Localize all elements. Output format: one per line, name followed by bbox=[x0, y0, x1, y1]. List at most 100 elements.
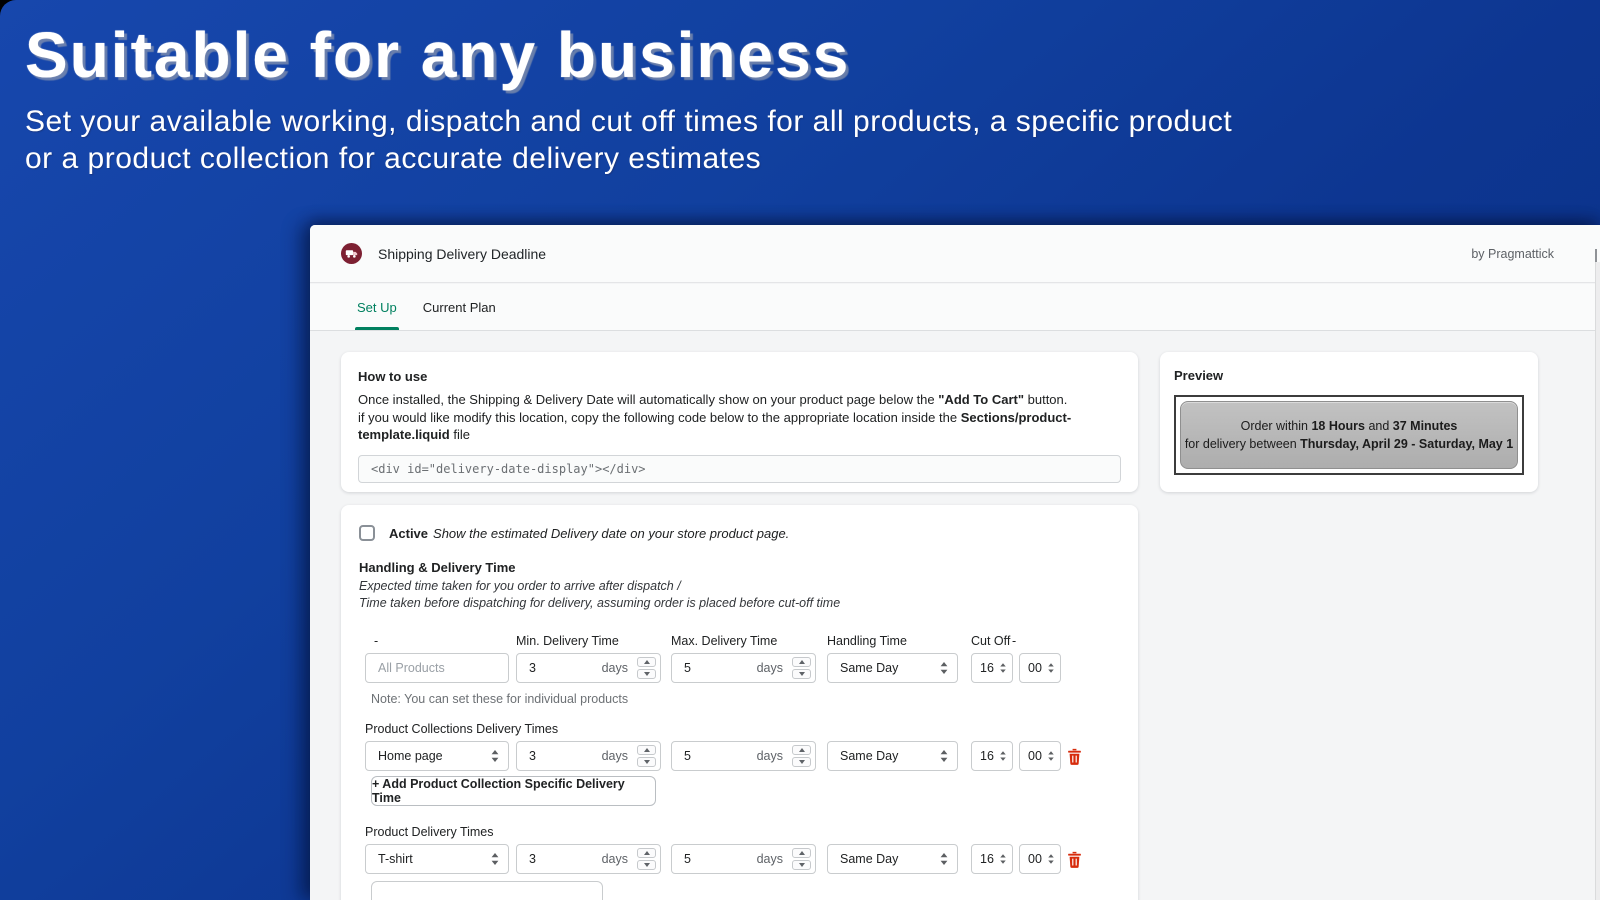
max-delivery-value: 5 bbox=[672, 661, 691, 675]
handling-time-value: Same Day bbox=[828, 852, 898, 866]
chevron-updown-icon bbox=[999, 750, 1007, 762]
days-unit-label: days bbox=[757, 661, 783, 675]
step-up-button[interactable] bbox=[637, 848, 656, 858]
howto-p1: Once installed, the Shipping & Delivery … bbox=[358, 392, 938, 407]
max-delivery-input[interactable]: 5 days bbox=[671, 653, 816, 683]
number-stepper[interactable] bbox=[637, 657, 656, 679]
handling-time-select[interactable]: Same Day bbox=[827, 653, 958, 683]
preview-dates: Thursday, April 29 - Saturday, May 1 bbox=[1300, 437, 1513, 451]
number-stepper[interactable] bbox=[792, 745, 811, 767]
arrow-down-icon bbox=[799, 672, 805, 676]
chevron-updown-icon bbox=[939, 852, 949, 866]
step-up-button[interactable] bbox=[792, 657, 811, 667]
cutoff-minute-select[interactable]: 00 bbox=[1019, 741, 1061, 771]
active-checkbox[interactable] bbox=[359, 525, 375, 541]
preview-hours: 18 Hours bbox=[1311, 419, 1365, 433]
min-delivery-input[interactable]: 3 days bbox=[516, 653, 661, 683]
scrollbar-track[interactable] bbox=[1595, 262, 1600, 900]
preview-line1: Order within 18 Hours and 37 Minutes bbox=[1241, 417, 1458, 435]
app-title: Shipping Delivery Deadline bbox=[378, 246, 546, 262]
step-up-button[interactable] bbox=[792, 848, 811, 858]
arrow-up-icon bbox=[799, 748, 805, 752]
number-stepper[interactable] bbox=[637, 745, 656, 767]
preview-minutes: 37 Minutes bbox=[1393, 419, 1458, 433]
tab-bar: Set Up Current Plan bbox=[310, 284, 1600, 331]
preview-line1-c: and bbox=[1365, 419, 1393, 433]
all-products-row: All Products 3 days 5 days bbox=[365, 653, 1120, 683]
days-unit-label: days bbox=[757, 852, 783, 866]
collection-value: Home page bbox=[366, 749, 443, 763]
min-delivery-input[interactable]: 3 days bbox=[516, 741, 661, 771]
header-handling-time: Handling Time bbox=[827, 634, 958, 648]
number-stepper[interactable] bbox=[792, 848, 811, 870]
table-header-row: - Min. Delivery Time Max. Delivery Time … bbox=[365, 634, 1120, 648]
preview-title: Preview bbox=[1174, 368, 1524, 383]
max-delivery-value: 5 bbox=[672, 852, 691, 866]
step-down-button[interactable] bbox=[792, 860, 811, 870]
active-label: Active bbox=[389, 526, 428, 541]
tab-current-plan[interactable]: Current Plan bbox=[423, 284, 496, 330]
chevron-updown-icon bbox=[939, 661, 949, 675]
cutoff-hour-select[interactable]: 16 bbox=[971, 741, 1013, 771]
step-down-button[interactable] bbox=[637, 757, 656, 767]
app-byline: by Pragmattick bbox=[1471, 247, 1554, 261]
delete-row-button[interactable] bbox=[1067, 851, 1082, 868]
how-to-use-text: Once installed, the Shipping & Delivery … bbox=[358, 391, 1121, 444]
collection-select[interactable]: Home page bbox=[365, 741, 509, 771]
number-stepper[interactable] bbox=[637, 848, 656, 870]
scrollbar-thumb[interactable] bbox=[1595, 249, 1597, 262]
step-down-button[interactable] bbox=[637, 669, 656, 679]
step-up-button[interactable] bbox=[792, 745, 811, 755]
tab-set-up[interactable]: Set Up bbox=[357, 284, 397, 330]
chevron-updown-icon bbox=[1047, 750, 1055, 762]
arrow-down-icon bbox=[644, 863, 650, 867]
handling-time-select[interactable]: Same Day bbox=[827, 844, 958, 874]
cutoff-minute-select[interactable]: 00 bbox=[1019, 844, 1061, 874]
preview-line1-a: Order within bbox=[1241, 419, 1312, 433]
delivery-times-table: - Min. Delivery Time Max. Delivery Time … bbox=[365, 634, 1120, 900]
number-stepper[interactable] bbox=[792, 657, 811, 679]
add-collection-delivery-button[interactable]: + Add Product Collection Specific Delive… bbox=[371, 776, 656, 806]
step-down-button[interactable] bbox=[792, 757, 811, 767]
collection-delivery-row: Home page 3 days 5 days bbox=[365, 741, 1120, 771]
arrow-down-icon bbox=[799, 760, 805, 764]
all-products-field[interactable]: All Products bbox=[365, 653, 509, 683]
header-dash: - bbox=[365, 634, 509, 648]
step-up-button[interactable] bbox=[637, 745, 656, 755]
cutoff-hour-value: 16 bbox=[972, 749, 994, 763]
individual-products-note: Note: You can set these for individual p… bbox=[365, 692, 1120, 706]
handling-time-select[interactable]: Same Day bbox=[827, 741, 958, 771]
cutoff-hour-select[interactable]: 16 bbox=[971, 844, 1013, 874]
step-down-button[interactable] bbox=[637, 860, 656, 870]
days-unit-label: days bbox=[602, 852, 628, 866]
code-snippet-field[interactable]: <div id="delivery-date-display"></div> bbox=[358, 455, 1121, 483]
step-up-button[interactable] bbox=[637, 657, 656, 667]
product-select[interactable]: T-shirt bbox=[365, 844, 509, 874]
hero-banner: Suitable for any business Set your avail… bbox=[25, 14, 1565, 177]
next-row-cutoff-field[interactable] bbox=[371, 881, 603, 900]
chevron-updown-icon bbox=[1047, 662, 1055, 674]
preview-line2-a: for delivery between bbox=[1185, 437, 1300, 451]
cutoff-minute-select[interactable]: 00 bbox=[1019, 653, 1061, 683]
days-unit-label: days bbox=[602, 661, 628, 675]
preview-line2: for delivery between Thursday, April 29 … bbox=[1185, 435, 1513, 453]
header-dash-2: - bbox=[1012, 634, 1054, 648]
code-snippet-text: <div id="delivery-date-display"></div> bbox=[371, 462, 646, 476]
header-max-delivery: Max. Delivery Time bbox=[671, 634, 816, 648]
active-toggle-row: Active Show the estimated Delivery date … bbox=[359, 525, 1120, 541]
arrow-up-icon bbox=[644, 851, 650, 855]
hero-subtitle-line2: or a product collection for accurate del… bbox=[25, 140, 1565, 177]
max-delivery-input[interactable]: 5 days bbox=[671, 844, 816, 874]
delete-row-button[interactable] bbox=[1067, 748, 1082, 765]
step-down-button[interactable] bbox=[792, 669, 811, 679]
howto-p1-after: button. bbox=[1024, 392, 1067, 407]
chevron-updown-icon bbox=[1047, 853, 1055, 865]
handling-description-2: Time taken before dispatching for delive… bbox=[359, 595, 1120, 612]
max-delivery-input[interactable]: 5 days bbox=[671, 741, 816, 771]
cutoff-hour-select[interactable]: 16 bbox=[971, 653, 1013, 683]
days-unit-label: days bbox=[602, 749, 628, 763]
min-delivery-input[interactable]: 3 days bbox=[516, 844, 661, 874]
chevron-updown-icon bbox=[999, 853, 1007, 865]
hero-title: Suitable for any business bbox=[25, 14, 1565, 97]
header-cut-off: Cut Off bbox=[971, 634, 1013, 648]
